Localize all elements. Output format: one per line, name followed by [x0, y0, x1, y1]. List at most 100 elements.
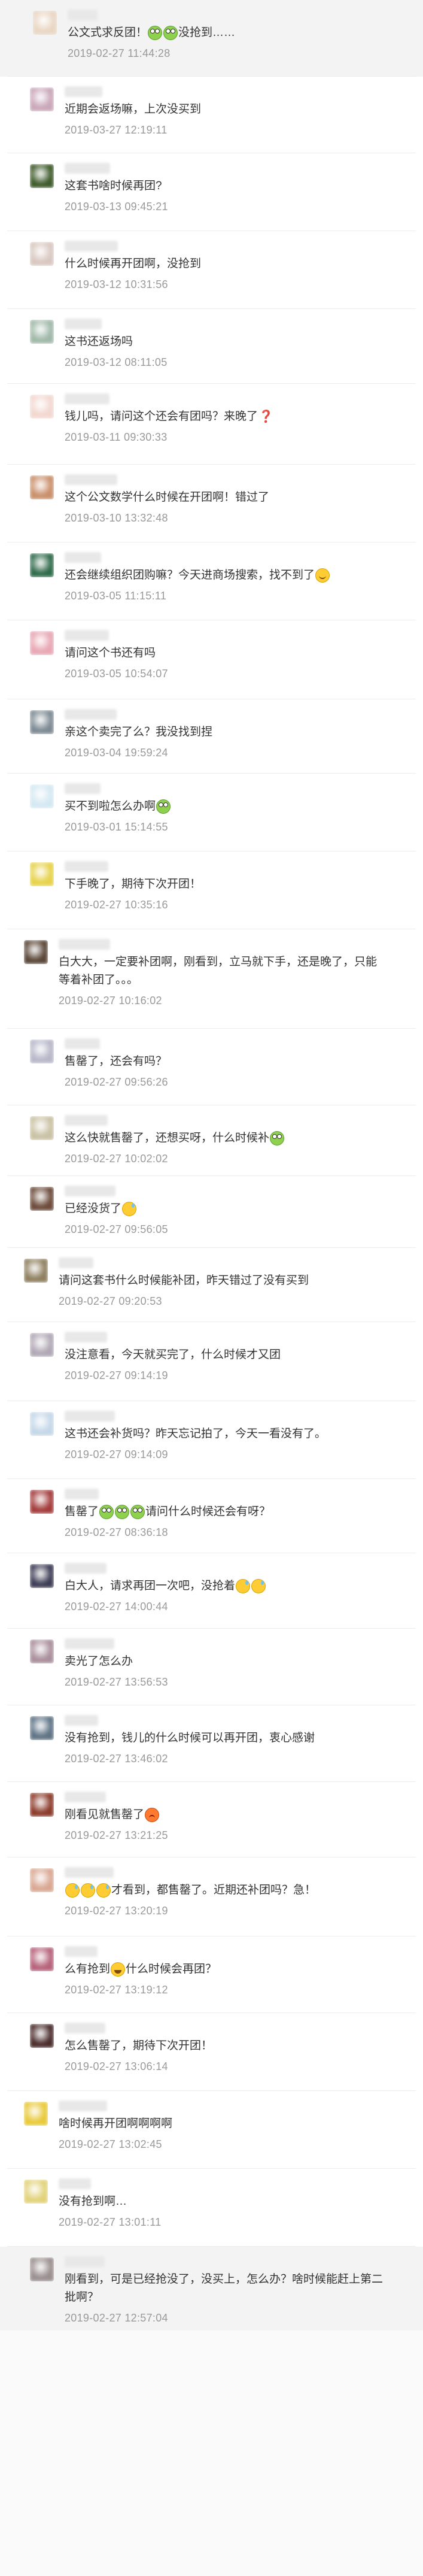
- username-redacted: [65, 1038, 100, 1049]
- avatar[interactable]: [24, 1259, 48, 1283]
- avatar[interactable]: [30, 1639, 54, 1663]
- comment-timestamp: 2019-03-12 08:11:05: [65, 356, 168, 368]
- comment-timestamp: 2019-02-27 14:00:44: [65, 1601, 168, 1613]
- comment-text-segment: 下手晚了，期待下次开团！: [65, 878, 202, 890]
- avatar[interactable]: [30, 1716, 54, 1740]
- avatar[interactable]: [30, 1333, 54, 1357]
- avatar-image: [30, 1564, 54, 1588]
- comment-item: 公文式求反团！ 没抢到…… 2019-02-27 11:44:28: [0, 0, 423, 77]
- comment-item: 下手晚了，期待下次开团！ 2019-02-27 10:35:16: [0, 851, 423, 929]
- comment-timestamp: 2019-02-27 13:19:12: [65, 1984, 168, 1996]
- avatar-image: [30, 784, 54, 808]
- avatar[interactable]: [30, 784, 54, 808]
- comment-timestamp: 2019-03-13 09:45:21: [65, 201, 168, 213]
- avatar[interactable]: [30, 2024, 54, 2048]
- comment-text-segment: 近期会返场嘛，上次没买到: [65, 103, 202, 116]
- comment-item: 已经没货了 2019-02-27 09:56:05: [0, 1176, 423, 1248]
- comment-text: 亲这个卖完了么？我没找到捏: [65, 723, 387, 741]
- username-redacted: [65, 86, 102, 97]
- avatar[interactable]: [24, 2102, 48, 2126]
- avatar-image: [30, 1793, 54, 1817]
- comment-item: 买不到啦怎么办啊 2019-03-01 15:14:55: [0, 774, 423, 851]
- avatar[interactable]: [30, 710, 54, 734]
- sweat-emoji-icon: [65, 1883, 80, 1898]
- avatar[interactable]: [30, 320, 54, 344]
- username-redacted: [65, 2256, 105, 2267]
- comment-item: 么有抢到 什么时候会再团？ 2019-02-27 13:19:12: [0, 1936, 423, 2013]
- comment-text-segment: 什么时候再开团啊，没抢到: [65, 257, 202, 270]
- username-redacted: [65, 709, 117, 720]
- avatar-image: [30, 2024, 54, 2048]
- avatar-image: [30, 862, 54, 886]
- avatar[interactable]: [30, 1793, 54, 1817]
- comment-item: 没有抢到啊… 2019-02-27 13:01:11: [0, 2169, 423, 2247]
- comment-text-segment: 还会继续组织团购嘛？今天进商场搜索，找不到了: [65, 569, 315, 581]
- avatar[interactable]: [24, 2180, 48, 2204]
- comment-text-segment: 白大人，请求再团一次吧，没抢着: [65, 1580, 236, 1592]
- avatar-image: [30, 631, 54, 655]
- comment-text-segment: 请问这套书什么时候能补团，昨天错过了没有买到: [59, 1274, 309, 1287]
- comment-item: 这套书啥时候再团? 2019-03-13 09:45:21: [0, 153, 423, 231]
- comment-text: 白大大，一定要补团啊，刚看到，立马就下手，还是晚了，只能等着补团了。。。: [59, 953, 387, 989]
- comment-item: 请问这个书还有吗 2019-03-05 10:54:07: [0, 620, 423, 699]
- comment-item: 这么快就售罄了，还想买呀，什么时候补 2019-02-27 10:02:02: [0, 1105, 423, 1176]
- username-redacted: [65, 241, 118, 251]
- comment-item: 还会继续组织团购嘛？今天进商场搜索，找不到了 2019-03-05 11:15:1…: [0, 543, 423, 620]
- comment-text-segment: 这么快就售罄了，还想买呀，什么时候补: [65, 1132, 270, 1144]
- avatar[interactable]: [30, 164, 54, 188]
- comment-text: 钱儿吗，请问这个还会有团吗？来晚了❓: [65, 408, 387, 426]
- avatar[interactable]: [30, 1947, 54, 1971]
- comment-text-segment: 么有抢到: [65, 1963, 111, 1975]
- comment-timestamp: 2019-02-27 11:44:28: [68, 47, 171, 59]
- avatar-image: [24, 940, 48, 964]
- avatar[interactable]: [30, 87, 54, 111]
- avatar[interactable]: [30, 1868, 54, 1892]
- avatar[interactable]: [30, 475, 54, 499]
- comment-timestamp: 2019-02-27 12:57:04: [65, 2312, 168, 2324]
- username-redacted: [65, 474, 117, 485]
- username-redacted: [65, 1867, 114, 1878]
- avatar[interactable]: [30, 1187, 54, 1211]
- comment-item: 白大大，一定要补团啊，刚看到，立马就下手，还是晚了，只能等着补团了。。。 2019…: [0, 929, 423, 1029]
- username-redacted: [65, 393, 109, 404]
- comment-text: 卖光了怎么办: [65, 1653, 387, 1671]
- username-redacted: [59, 939, 110, 950]
- avatar[interactable]: [30, 631, 54, 655]
- comment-text: 啥时候再开团啊啊啊啊: [59, 2115, 387, 2133]
- comment-timestamp: 2019-03-05 11:15:11: [65, 590, 167, 602]
- avatar[interactable]: [30, 1040, 54, 1063]
- username-redacted: [65, 1411, 115, 1422]
- username-redacted: [65, 1332, 107, 1342]
- avatar[interactable]: [30, 1564, 54, 1588]
- avatar[interactable]: [33, 11, 57, 35]
- comment-text-segment: 请问这个书还有吗: [65, 647, 156, 659]
- avatar[interactable]: [30, 1490, 54, 1514]
- avatar[interactable]: [30, 2257, 54, 2281]
- comment-timestamp: 2019-03-10 13:32:48: [65, 512, 168, 524]
- comment-text-segment: 这书还返场吗: [65, 335, 133, 348]
- comment-text: 这书还返场吗: [65, 333, 387, 351]
- avatar[interactable]: [30, 862, 54, 886]
- frog-emoji-icon: [163, 25, 178, 40]
- comment-text: 公文式求反团！ 没抢到……: [68, 24, 387, 42]
- sweat-emoji-icon: [81, 1883, 95, 1898]
- comment-text: 么有抢到 什么时候会再团？: [65, 1960, 387, 1978]
- avatar[interactable]: [30, 242, 54, 266]
- username-redacted: [65, 1792, 106, 1802]
- avatar[interactable]: [24, 940, 48, 964]
- comment-text-segment: 没有抢到啊…: [59, 2195, 127, 2208]
- smile-emoji-icon: [315, 568, 330, 583]
- avatar[interactable]: [30, 1412, 54, 1436]
- avatar[interactable]: [30, 395, 54, 419]
- avatar[interactable]: [30, 553, 54, 577]
- comment-text: 这书还会补货吗？昨天忘记拍了，今天一看没有了。: [65, 1425, 387, 1443]
- avatar[interactable]: [30, 1116, 54, 1140]
- sweat-emoji-icon: [236, 1578, 251, 1593]
- frog-emoji-icon: [156, 799, 171, 814]
- sweat-emoji-icon: [122, 1201, 137, 1216]
- comment-item: 卖光了怎么办 2019-02-27 13:56:53: [0, 1629, 423, 1705]
- comment-text: 售罄了，还会有吗？: [65, 1053, 387, 1071]
- comment-timestamp: 2019-03-11 09:30:33: [65, 431, 168, 443]
- comment-timestamp: 2019-02-27 13:01:11: [59, 2216, 162, 2228]
- comment-timestamp: 2019-03-01 15:14:55: [65, 821, 168, 833]
